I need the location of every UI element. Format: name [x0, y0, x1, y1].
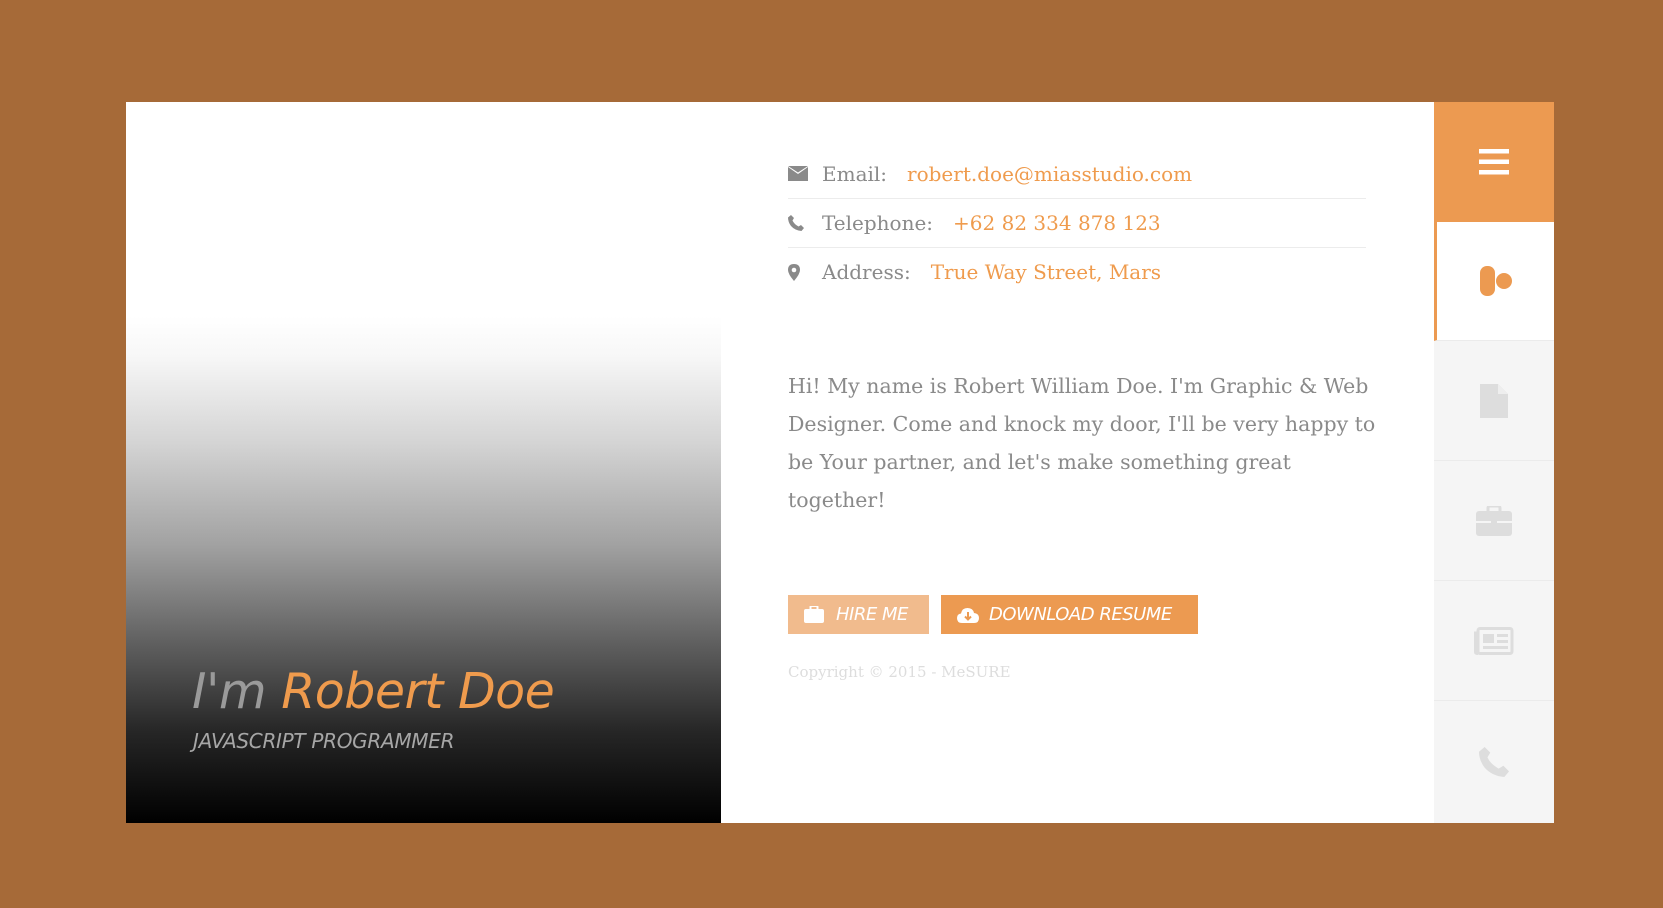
contact-label: Telephone:: [822, 211, 934, 235]
copyright-text: Copyright © 2015 - MeSURE: [788, 663, 1011, 681]
nav-item-blog[interactable]: [1434, 582, 1554, 701]
briefcase-icon: [804, 605, 826, 625]
download-resume-button[interactable]: DOWNLOAD RESUME: [941, 595, 1198, 634]
nav-item-portfolio[interactable]: [1434, 462, 1554, 581]
map-marker-icon: [788, 262, 810, 282]
phone-icon: [1479, 746, 1509, 777]
download-resume-label: DOWNLOAD RESUME: [989, 604, 1172, 625]
hero-name: I'm Robert Doe: [192, 662, 555, 722]
nav-item-resume[interactable]: [1434, 342, 1554, 461]
hero-greeting: I'm: [192, 663, 267, 720]
side-navigation: [1434, 102, 1554, 823]
contact-label: Email:: [822, 162, 888, 186]
cloud-download-icon: [957, 605, 979, 625]
profile-photo-panel: I'm Robert Doe JAVASCRIPT PROGRAMMER: [126, 102, 721, 823]
user-icon: [1479, 266, 1512, 296]
address-value: True Way Street, Mars: [930, 260, 1162, 284]
about-text: Hi! My name is Robert William Doe. I'm G…: [788, 374, 1376, 512]
profile-card: I'm Robert Doe JAVASCRIPT PROGRAMMER Ema…: [126, 102, 1554, 823]
nav-menu-button[interactable]: [1434, 102, 1554, 222]
nav-item-about[interactable]: [1434, 222, 1554, 341]
contact-row-telephone: Telephone: +62 82 334 878 123: [788, 199, 1366, 248]
hero-role: JAVASCRIPT PROGRAMMER: [193, 729, 455, 753]
nav-item-contact[interactable]: [1434, 702, 1554, 821]
newspaper-icon: [1474, 627, 1514, 655]
telephone-link[interactable]: +62 82 334 878 123: [953, 211, 1161, 235]
envelope-icon: [788, 164, 810, 184]
email-link[interactable]: robert.doe@miasstudio.com: [907, 162, 1192, 186]
contact-row-email: Email: robert.doe@miasstudio.com: [788, 150, 1366, 199]
phone-icon: [788, 213, 810, 233]
hire-me-label: HIRE ME: [836, 604, 908, 625]
document-icon: [1480, 384, 1508, 418]
briefcase-icon: [1476, 506, 1512, 536]
menu-icon: [1479, 149, 1509, 175]
contact-label: Address:: [822, 260, 911, 284]
hire-me-button[interactable]: HIRE ME: [788, 595, 929, 634]
hero-person-name: Robert Doe: [281, 663, 555, 720]
contact-row-address: Address: True Way Street, Mars: [788, 248, 1366, 296]
